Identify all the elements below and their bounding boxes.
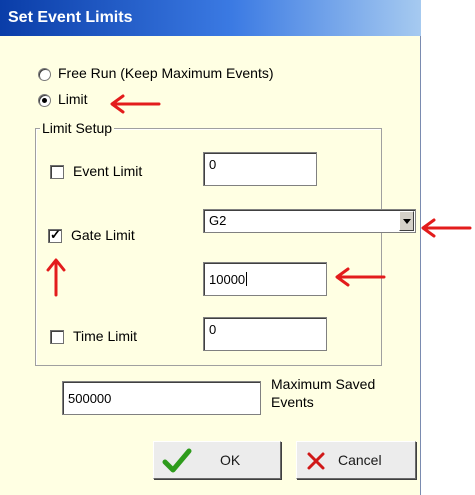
- event-limit-value: 0: [209, 157, 217, 172]
- limit-setup-group-label: Limit Setup: [40, 120, 115, 136]
- red-arrow-icon: [110, 94, 161, 114]
- time-limit-value: 0: [209, 322, 217, 337]
- red-arrow-icon: [335, 267, 386, 287]
- ok-button-label: OK: [220, 452, 241, 468]
- red-arrow-icon: [46, 258, 66, 297]
- free-run-radio[interactable]: [38, 68, 51, 81]
- gate-select-value: G2: [209, 213, 227, 228]
- gate-select-dropdown-button[interactable]: [399, 211, 414, 231]
- max-saved-events-label-line1: Maximum Saved: [271, 376, 376, 392]
- red-arrow-icon: [421, 218, 472, 238]
- cancel-button[interactable]: Cancel: [296, 441, 416, 479]
- gate-limit-value: 10000: [209, 272, 246, 287]
- gate-limit-input[interactable]: 10000: [203, 262, 327, 296]
- max-saved-events-input[interactable]: 500000: [62, 381, 261, 415]
- gate-limit-label[interactable]: Gate Limit: [71, 227, 135, 243]
- cancel-button-label: Cancel: [338, 452, 382, 468]
- x-icon: [307, 452, 325, 470]
- dialog-title: Set Event Limits: [0, 0, 421, 36]
- time-limit-input[interactable]: 0: [203, 317, 327, 351]
- time-limit-label[interactable]: Time Limit: [73, 328, 137, 344]
- max-saved-events-value: 500000: [68, 391, 112, 406]
- checkmark-icon: [162, 448, 192, 473]
- ok-button[interactable]: OK: [153, 441, 281, 479]
- set-event-limits-dialog: Set Event Limits Free Run (Keep Maximum …: [0, 0, 421, 495]
- event-limit-checkbox[interactable]: [50, 165, 64, 179]
- max-saved-events-label-line2: Events: [271, 394, 314, 410]
- limit-radio[interactable]: [38, 94, 51, 107]
- chevron-down-icon: [403, 219, 411, 224]
- event-limit-label[interactable]: Event Limit: [73, 163, 142, 179]
- limit-label[interactable]: Limit: [58, 91, 88, 107]
- max-saved-events-label: Maximum Saved Events: [271, 375, 375, 411]
- gate-select[interactable]: G2: [203, 209, 416, 233]
- time-limit-checkbox[interactable]: [50, 330, 64, 344]
- text-caret: [246, 272, 248, 286]
- gate-limit-checkbox[interactable]: ✓: [48, 227, 62, 243]
- free-run-label[interactable]: Free Run (Keep Maximum Events): [58, 65, 274, 81]
- event-limit-input[interactable]: 0: [203, 152, 317, 186]
- checkmark-icon: ✓: [50, 227, 61, 242]
